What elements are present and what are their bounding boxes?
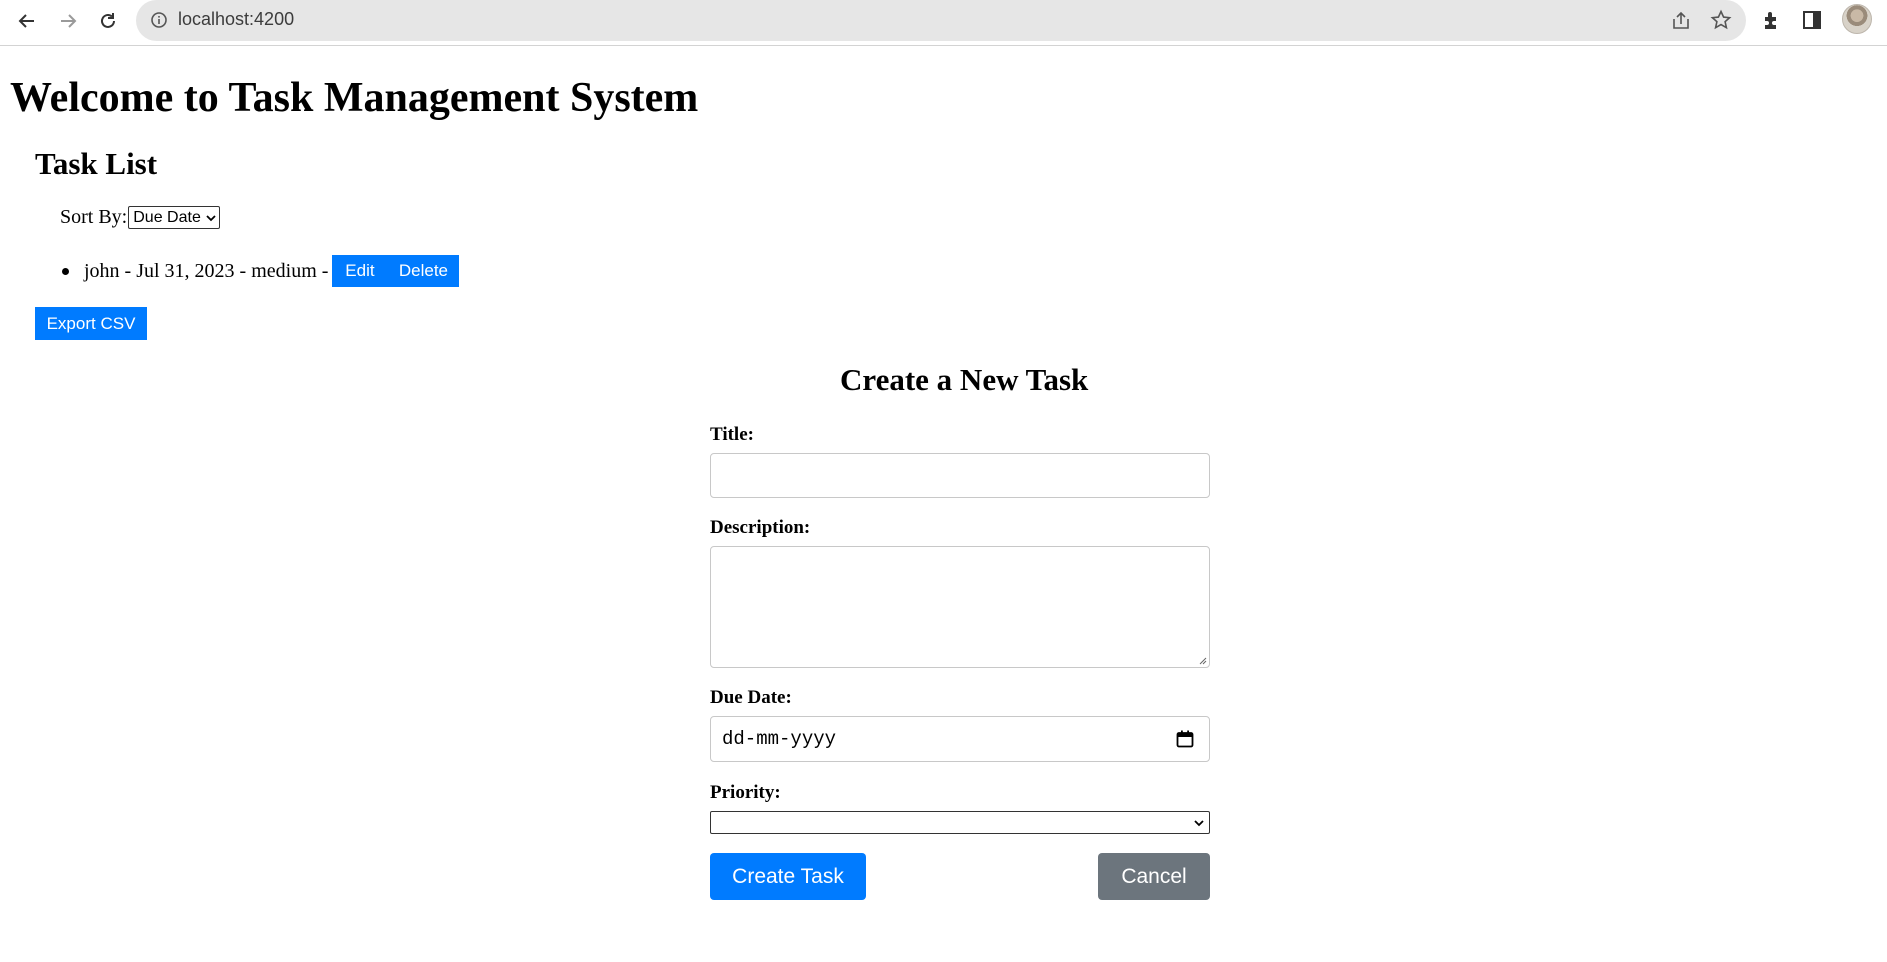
description-textarea[interactable]: [710, 546, 1210, 668]
title-input[interactable]: [710, 453, 1210, 498]
forward-button[interactable]: [53, 6, 83, 36]
forward-arrow-icon: [61, 14, 77, 28]
due-date-input[interactable]: dd-mm-yyyy: [710, 716, 1210, 762]
title-label: Title:: [710, 424, 754, 445]
priority-select[interactable]: [710, 811, 1210, 834]
due-date-placeholder: dd-mm-yyyy: [722, 728, 837, 750]
sort-select[interactable]: Due Date: [128, 206, 220, 229]
priority-label: Priority:: [710, 782, 781, 803]
sort-row: Sort By: Due Date: [60, 206, 220, 229]
chevron-down-icon: [206, 214, 216, 221]
back-button[interactable]: [12, 6, 42, 36]
reload-button[interactable]: [93, 6, 123, 36]
task-list-heading: Task List: [35, 146, 158, 181]
star-icon[interactable]: [1710, 9, 1732, 31]
chevron-down-icon: [1194, 820, 1204, 827]
address-bar[interactable]: localhost:4200: [136, 0, 1746, 41]
edit-button[interactable]: Edit: [332, 255, 388, 287]
profile-avatar[interactable]: [1842, 4, 1872, 34]
info-icon[interactable]: [150, 11, 168, 29]
calendar-icon[interactable]: [1175, 729, 1195, 749]
due-date-label: Due Date:: [710, 687, 792, 708]
extensions-icon[interactable]: [1760, 8, 1784, 32]
sort-label: Sort By:: [60, 206, 128, 228]
url-text[interactable]: localhost:4200: [178, 9, 294, 30]
share-icon[interactable]: [1670, 10, 1692, 32]
page-title: Welcome to Task Management System: [10, 75, 699, 121]
export-csv-button[interactable]: Export CSV: [35, 307, 147, 340]
cancel-button[interactable]: Cancel: [1098, 853, 1210, 900]
list-bullet: [62, 267, 69, 275]
task-list-item: john - Jul 31, 2023 - medium - Edit Dele…: [62, 255, 460, 287]
resize-grip-icon[interactable]: [1197, 655, 1207, 665]
side-panel-icon[interactable]: [1800, 8, 1824, 32]
back-arrow-icon: [18, 14, 34, 28]
reload-icon: [101, 13, 115, 28]
browser-toolbar: localhost:4200: [0, 0, 1887, 46]
create-task-heading: Create a New Task: [840, 362, 1089, 397]
description-label: Description:: [710, 517, 811, 538]
delete-button[interactable]: Delete: [387, 255, 460, 287]
create-task-button[interactable]: Create Task: [710, 853, 866, 900]
sort-selected-value: Due Date: [133, 208, 201, 226]
task-item-text: john - Jul 31, 2023 - medium -: [84, 259, 329, 282]
